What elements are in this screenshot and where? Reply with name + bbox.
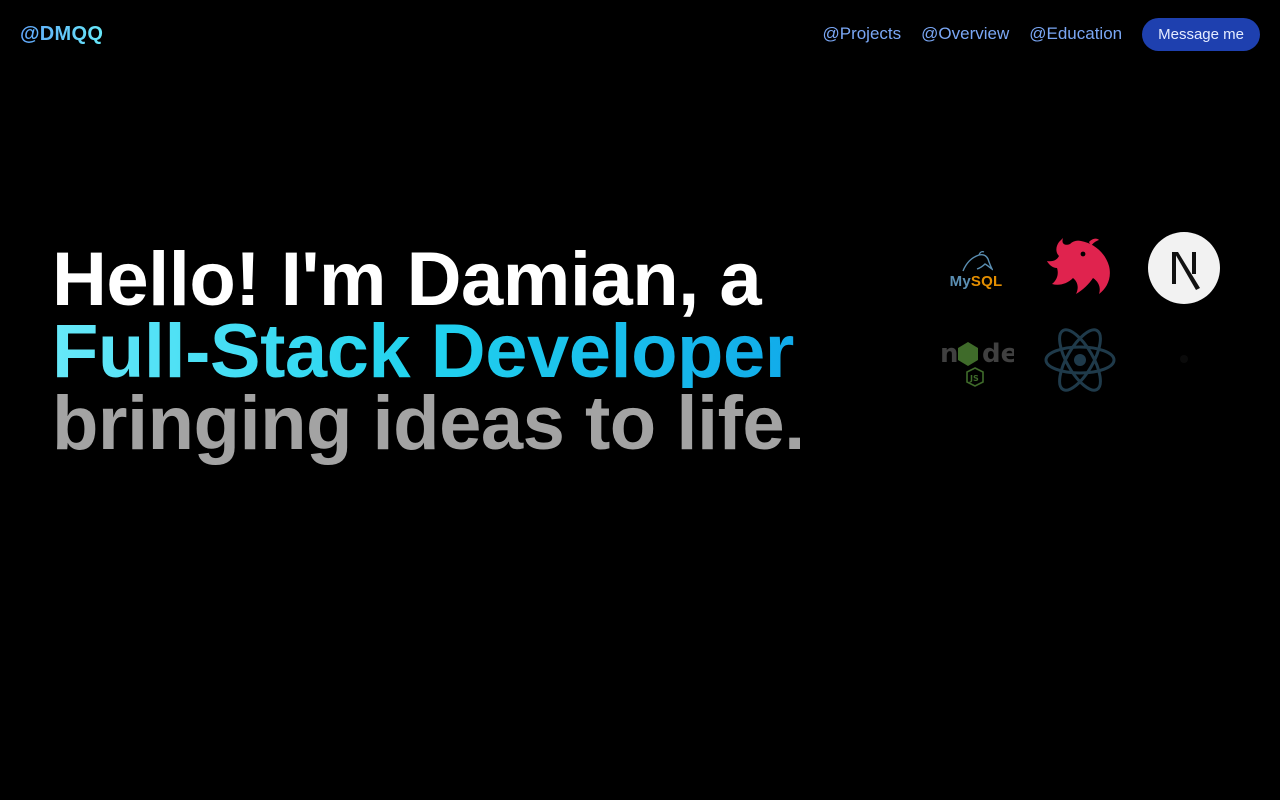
svg-text:n: n	[940, 339, 959, 369]
navbar: @DMQQ @Projects @Overview @Education Mes…	[0, 0, 1280, 68]
svg-text:de: de	[982, 339, 1014, 369]
brand-logo[interactable]: @DMQQ	[20, 23, 103, 46]
mysql-wordmark: MySQL	[949, 272, 1003, 290]
react-icon	[1043, 324, 1117, 396]
hero-line-role: Full-Stack Developer	[52, 314, 852, 390]
hero-heading: Hello! I'm Damian, a Full-Stack Develope…	[52, 237, 852, 466]
nextjs-logo-icon	[1172, 252, 1200, 290]
node-icon: n de JS	[938, 332, 1014, 388]
mysql-dolphin-icon	[962, 250, 993, 271]
nav-link-overview[interactable]: @Overview	[921, 24, 1009, 44]
nav-links: @Projects @Overview @Education Message m…	[822, 17, 1260, 51]
nestjs-icon	[1043, 232, 1115, 304]
nav-link-education[interactable]: @Education	[1029, 24, 1122, 44]
react-logo-icon	[1044, 328, 1116, 392]
faded-tech-icon	[1160, 335, 1208, 383]
hero-line-tagline: bringing ideas to life.	[52, 381, 805, 466]
page: @DMQQ @Projects @Overview @Education Mes…	[0, 0, 1280, 800]
mysql-icon: MySQL	[940, 242, 1012, 298]
faded-logo-icon	[1180, 355, 1188, 363]
message-me-button[interactable]: Message me	[1142, 17, 1260, 51]
hero-line-intro: Hello! I'm Damian, a	[52, 237, 762, 322]
nav-link-projects[interactable]: @Projects	[822, 24, 901, 44]
svg-text:JS: JS	[969, 374, 979, 383]
nodejs-logo-icon: n de JS	[940, 339, 1014, 387]
nextjs-icon	[1148, 232, 1220, 304]
nestjs-logo-icon	[1047, 238, 1110, 294]
